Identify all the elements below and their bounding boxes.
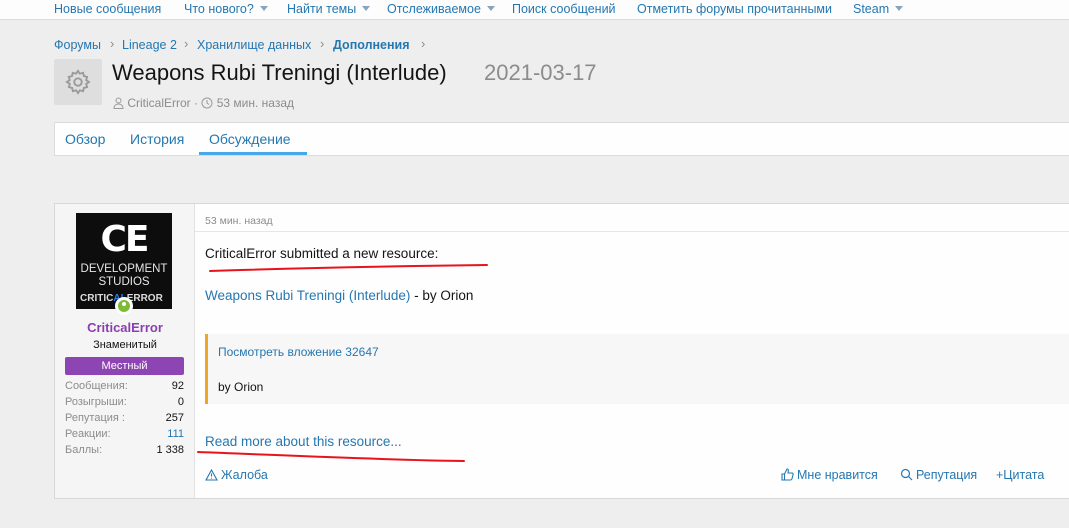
stat-label: Реакции: xyxy=(65,428,111,440)
divider xyxy=(195,231,1069,232)
tab-overview[interactable]: Обзор xyxy=(65,131,105,147)
user-icon xyxy=(113,97,124,109)
reputation-button[interactable]: Репутация xyxy=(900,468,977,482)
chevron-down-icon xyxy=(486,6,495,11)
avatar[interactable]: CE DEVELOPMENTSTUDIOS CRITICALERROR xyxy=(76,213,172,309)
nav-watched[interactable]: Отслеживаемое xyxy=(387,2,495,16)
quote-text: by Orion xyxy=(218,380,264,394)
avatar-subtitle: DEVELOPMENT STUDIOS xyxy=(80,263,168,288)
online-status-icon xyxy=(115,297,133,315)
post-text: CriticalError submitted a new resource: xyxy=(205,246,439,261)
avatar-logo-text: CE xyxy=(100,219,149,260)
quote-button[interactable]: +Цитата xyxy=(996,468,1044,482)
tab-history[interactable]: История xyxy=(130,131,184,147)
post-date[interactable]: 53 мин. назад xyxy=(205,215,273,227)
breadcrumb-storage[interactable]: Хранилище данных xyxy=(197,38,311,52)
user-title: Знаменитый xyxy=(93,339,157,351)
search-icon xyxy=(900,468,913,481)
resource-author[interactable]: CriticalError xyxy=(127,96,190,110)
thumbs-up-icon xyxy=(781,468,794,481)
resource-meta: CriticalError · 53 мин. назад xyxy=(113,95,294,110)
resource-time: 53 мин. назад xyxy=(216,95,294,110)
resource-by: - by Orion xyxy=(410,288,474,303)
stat-value-reactions[interactable]: 111 xyxy=(167,428,184,440)
stat-value: 1 338 xyxy=(156,444,184,456)
nav-steam[interactable]: Steam xyxy=(853,2,904,16)
chevron-down-icon xyxy=(259,6,268,11)
stat-value: 0 xyxy=(177,396,184,408)
chevron-down-icon xyxy=(362,6,371,11)
meta-separator: · xyxy=(194,95,199,110)
resource-version: 2021-03-17 xyxy=(484,60,597,85)
stat-label: Репутация : xyxy=(65,412,125,424)
nav-search-posts[interactable]: Поиск сообщений xyxy=(512,2,616,16)
nav-new-posts[interactable]: Новые сообщения xyxy=(54,2,161,16)
attachment-link[interactable]: Посмотреть вложение 32647 xyxy=(218,345,379,359)
tab-discussion[interactable]: Обсуждение xyxy=(209,131,291,147)
chevron-right-icon: › xyxy=(320,36,325,51)
tab-bar: Обзор История Обсуждение xyxy=(54,122,1069,156)
chevron-right-icon: › xyxy=(110,36,115,51)
username[interactable]: CriticalError xyxy=(55,320,195,335)
nav-whats-new[interactable]: Что нового? xyxy=(184,2,268,16)
like-button[interactable]: Мне нравится xyxy=(781,468,878,482)
top-nav: Новые сообщения Что нового? Найти темы О… xyxy=(0,0,1069,20)
resource-icon xyxy=(54,59,102,105)
post-resource-line: Weapons Rubi Treningi (Interlude) - by O… xyxy=(205,288,473,303)
nav-find-threads[interactable]: Найти темы xyxy=(287,2,371,16)
stat-label: Розыгрыши: xyxy=(65,396,127,408)
page-title: Weapons Rubi Treningi (Interlude) xyxy=(112,60,447,85)
active-tab-indicator xyxy=(199,152,307,155)
breadcrumb-lineage2[interactable]: Lineage 2 xyxy=(122,38,177,52)
nav-mark-read[interactable]: Отметить форумы прочитанными xyxy=(637,2,832,16)
user-banner: Местный xyxy=(65,357,184,375)
gear-icon xyxy=(65,69,91,95)
stat-value: 257 xyxy=(165,412,184,424)
clock-icon xyxy=(201,97,213,109)
chevron-right-icon: › xyxy=(421,36,426,51)
stat-label: Сообщения: xyxy=(65,380,128,392)
warning-icon xyxy=(205,469,218,481)
read-more-link[interactable]: Read more about this resource... xyxy=(205,434,402,449)
stat-label: Баллы: xyxy=(65,444,103,456)
chevron-right-icon: › xyxy=(184,36,189,51)
chevron-down-icon xyxy=(895,6,904,11)
breadcrumb-addons[interactable]: Дополнения xyxy=(333,38,410,52)
breadcrumb-forums[interactable]: Форумы xyxy=(54,38,101,52)
report-button[interactable]: Жалоба xyxy=(205,468,268,482)
resource-link[interactable]: Weapons Rubi Treningi (Interlude) xyxy=(205,288,410,303)
stat-value: 92 xyxy=(171,380,184,392)
